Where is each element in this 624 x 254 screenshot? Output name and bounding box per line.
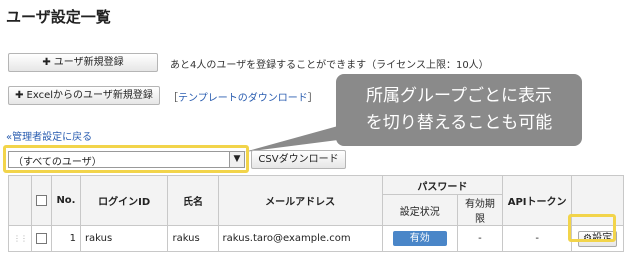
callout-line-1: 所属グループごとに表示 [366,86,552,106]
plus-icon: ✚ [42,57,51,68]
back-to-admin-link[interactable]: «管理者設定に戻る [6,128,92,143]
page-title: ユーザ設定一覧 [6,8,111,26]
callout-line-2: を切り替えることも可能 [365,113,553,133]
bracket-open: ［ [168,93,178,104]
row-email: rakus.taro@example.com [217,225,383,252]
col-login-id: ログインID [79,175,169,226]
group-filter-select[interactable]: （すべてのユーザ） ▼ [8,151,245,168]
col-no: No. [51,175,81,226]
select-all-header [31,175,52,226]
row-api-token: - [502,225,573,252]
row-pw-status-cell: 有効 [381,225,458,252]
col-email: メールアドレス [217,175,383,226]
add-user-button[interactable]: ✚ ユーザ新規登録 [8,53,158,72]
drag-handle-icon: ⋮⋮ [13,234,28,243]
row-login-id: rakus [79,225,169,252]
template-link-wrapper: ［テンプレートのダウンロード］ [168,89,318,104]
callout-box: 所属グループごとに表示 を切り替えることも可能 [336,74,582,146]
col-password: パスワード [381,175,504,195]
bracket-close: ］ [307,93,318,104]
row-checkbox[interactable] [36,232,47,244]
chevron-down-icon: ▼ [229,152,244,167]
drag-handle[interactable]: ⋮⋮ [8,225,32,252]
col-name: 氏名 [167,175,219,226]
row-name: rakus [167,225,219,252]
plus-icon: ✚ [15,90,24,101]
user-table: No. ログインID 氏名 メールアドレス パスワード APIトークン 設定状況… [8,175,624,252]
group-filter-value: （すべてのユーザ） [13,157,102,168]
handle-header [8,175,32,226]
template-download-link[interactable]: テンプレートのダウンロード [178,93,308,104]
table-row: ⋮⋮ 1 rakus rakus rakus.taro@example.com … [8,225,624,252]
license-note: あと4人のユーザを登録することができます（ライセンス上限：10人） [170,60,489,71]
status-badge: 有効 [392,231,447,246]
row-checkbox-cell [31,225,52,252]
excel-import-label: Excelからのユーザ新規登録 [26,90,153,101]
csv-download-button[interactable]: CSVダウンロード [251,150,346,169]
col-api-token: APIトークン [502,175,573,226]
excel-import-button[interactable]: ✚ Excelからのユーザ新規登録 [8,86,160,105]
row-no: 1 [51,225,81,252]
add-user-label: ユーザ新規登録 [53,57,124,68]
col-pw-status: 設定状況 [381,194,458,226]
settings-highlight [568,214,616,242]
row-pw-expiry: - [456,225,504,252]
select-all-checkbox[interactable] [36,194,47,206]
col-pw-expiry: 有効期限 [456,194,504,226]
